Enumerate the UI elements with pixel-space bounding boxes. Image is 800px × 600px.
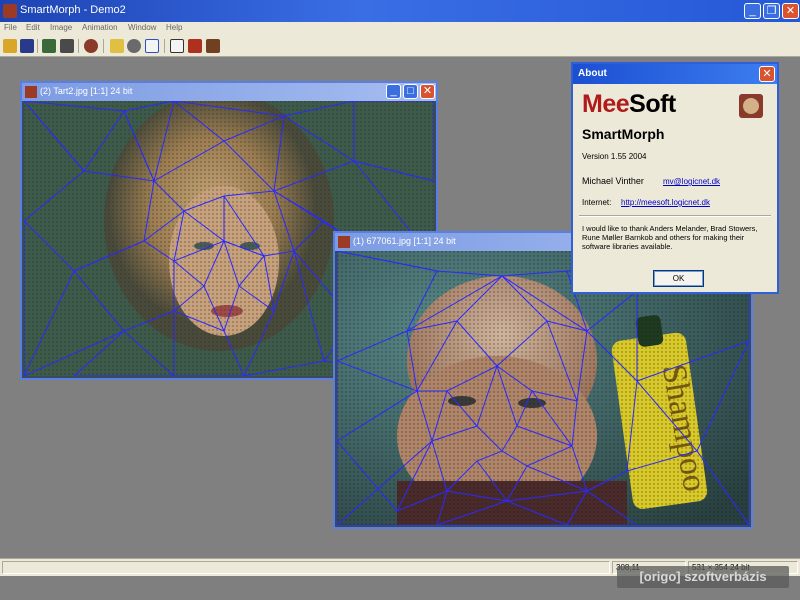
image-icon (338, 236, 350, 248)
version-text: Version 1.55 2004 (582, 152, 647, 161)
maximize-button[interactable]: □ (403, 84, 418, 99)
image-window-right-title: (1) 677061.jpg [1:1] 24 bit (353, 236, 456, 246)
smartmorph-logo-icon (739, 94, 763, 118)
menu-animation[interactable]: Animation (82, 23, 118, 32)
preview-icon[interactable] (206, 39, 220, 53)
author-name: Michael Vinther (582, 176, 644, 186)
morph-icon[interactable] (84, 39, 98, 53)
menu-window[interactable]: Window (128, 23, 156, 32)
maximize-button[interactable]: ❐ (763, 3, 780, 19)
logo-face (743, 98, 759, 114)
status-panel-main (2, 561, 610, 574)
toolbar-separator (103, 39, 104, 53)
film-icon[interactable] (188, 39, 202, 53)
image-window-left-title: (2) Tart2.jpg [1:1] 24 bit (40, 86, 133, 96)
about-dialog[interactable]: About ✕ MeeSoft SmartMorph Version 1.55 … (571, 62, 779, 294)
open-icon[interactable] (3, 39, 17, 53)
website-link[interactable]: http://meesoft.logicnet.dk (621, 198, 710, 207)
meesoft-logo: MeeSoft (582, 90, 676, 119)
print-icon[interactable] (60, 39, 74, 53)
zoom-icon[interactable] (127, 39, 141, 53)
minimize-button[interactable]: _ (386, 84, 401, 99)
image-window-left-titlebar[interactable]: (2) Tart2.jpg [1:1] 24 bit _ □ ✕ (22, 83, 436, 101)
product-name: SmartMorph (582, 126, 665, 142)
about-titlebar[interactable]: About ✕ (573, 64, 777, 84)
fit-icon[interactable] (145, 39, 159, 53)
ok-button[interactable]: OK (653, 270, 704, 287)
batch-icon[interactable] (42, 39, 56, 53)
menu-bar: File Edit Image Animation Window Help (0, 22, 800, 36)
menu-image[interactable]: Image (50, 23, 72, 32)
thanks-text: I would like to thank Anders Melander, B… (582, 224, 758, 251)
minimize-button[interactable]: _ (744, 3, 761, 19)
app-icon (3, 4, 17, 18)
logo-mee: Mee (582, 90, 630, 118)
save-icon[interactable] (20, 39, 34, 53)
toolbar-separator (37, 39, 38, 53)
menu-file[interactable]: File (4, 23, 17, 32)
watermark: [origo] szoftverbázis (617, 566, 789, 588)
toolbar (0, 36, 800, 57)
frame-icon[interactable] (170, 39, 184, 53)
select-icon[interactable] (110, 39, 124, 53)
close-button[interactable]: ✕ (420, 84, 435, 99)
about-close-button[interactable]: ✕ (759, 66, 775, 82)
app-title: SmartMorph - Demo2 (20, 4, 126, 16)
image-icon (25, 86, 37, 98)
app-title-bar: SmartMorph - Demo2 _ ❐ ✕ (0, 0, 800, 22)
logo-soft: Soft (629, 90, 676, 118)
close-button[interactable]: ✕ (782, 3, 799, 19)
toolbar-separator (78, 39, 79, 53)
menu-edit[interactable]: Edit (26, 23, 40, 32)
author-email-link[interactable]: mv@logicnet.dk (663, 177, 720, 186)
internet-label: Internet: (582, 198, 612, 207)
about-title: About (578, 68, 607, 79)
divider (579, 215, 771, 217)
toolbar-separator (164, 39, 165, 53)
menu-help[interactable]: Help (166, 23, 182, 32)
